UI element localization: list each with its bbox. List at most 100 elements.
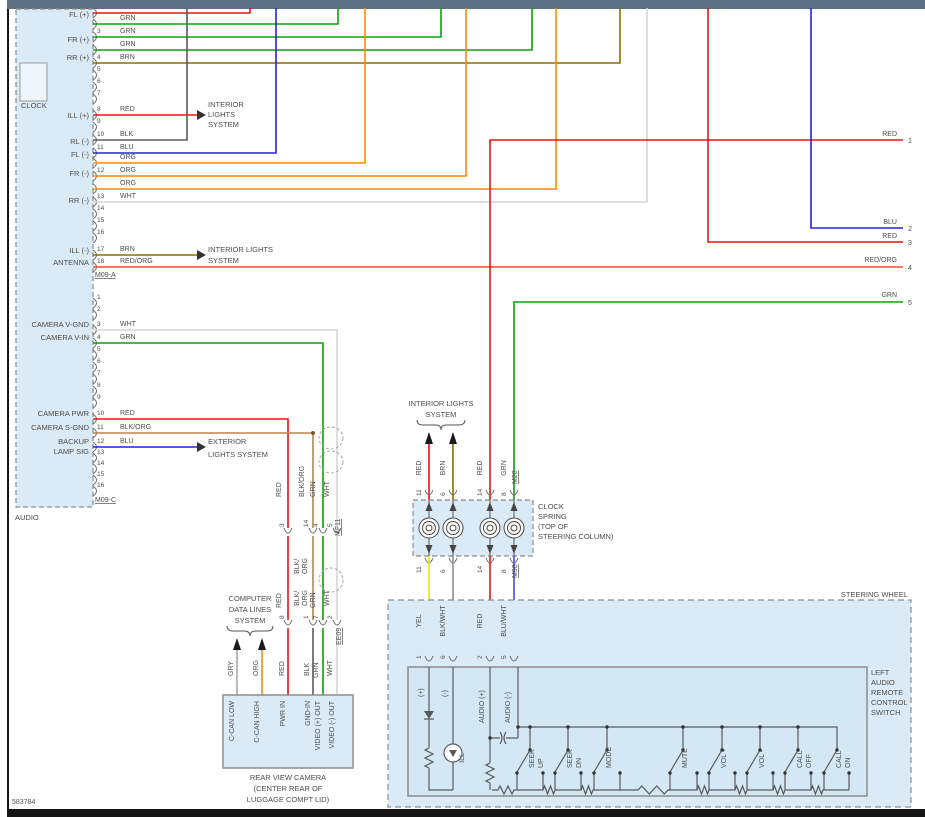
pin-num: 7 xyxy=(97,370,101,377)
interior-lights-system-1: INTERIOR xyxy=(208,100,244,109)
terminal-2-color: BLU xyxy=(883,219,897,226)
camera-pin-gnd-in: GND-IN xyxy=(305,701,312,726)
pin-num: 10 xyxy=(97,131,105,138)
switch-pin-plus: (+) xyxy=(418,688,425,697)
pin-label-camera-pwr: CAMERA PWR xyxy=(38,409,90,418)
wire-color: WHT xyxy=(120,321,137,328)
terminal-1-color: RED xyxy=(882,131,897,138)
terminal-5-num: 5 xyxy=(908,300,912,307)
pin-num: 15 xyxy=(97,471,105,478)
wire-color: GRN xyxy=(120,334,136,341)
pin-num: 1 xyxy=(416,655,423,659)
pin-num: 14 xyxy=(97,460,105,467)
interior-lights-system-1: LIGHTS xyxy=(208,110,235,119)
switch-pin-audio-minus: AUDIO (-) xyxy=(505,692,512,723)
pin-label-fr-minus: FR (-) xyxy=(69,169,89,178)
switch-call-on: ON xyxy=(845,758,852,769)
interior-lights-system-3: INTERIOR LIGHTS xyxy=(408,399,473,408)
switch-box-label: CONTROL xyxy=(871,698,908,707)
pin-num: 8 xyxy=(97,106,101,113)
switch-call-off: CALL xyxy=(797,750,804,768)
pin-num: 5 xyxy=(501,655,508,659)
wire-color: GRN xyxy=(120,28,136,35)
pin-num: 12 xyxy=(97,167,105,174)
interior-lights-system-3: SYSTEM xyxy=(426,410,457,419)
pin-num: 2 xyxy=(477,655,484,659)
pin-num: 3 xyxy=(97,28,101,35)
camera-pin-video-plus-out: VIDEO (+) OUT xyxy=(315,700,322,750)
camera-pin-ccan-low: C-CAN LOW xyxy=(229,701,236,741)
wire-color: WHT xyxy=(324,480,331,497)
switch-call-off: OFF xyxy=(806,754,813,768)
wire-color: GRN xyxy=(120,41,136,48)
clock-spring-label: SPRING xyxy=(538,512,567,521)
pin-label-rr-minus: RR (-) xyxy=(69,196,90,205)
clock-spring-label: CLOCK xyxy=(538,502,564,511)
pin-num: 14 xyxy=(477,565,484,573)
wire-color: BLU/WHT xyxy=(501,605,508,637)
connector-id-m90: M90 xyxy=(512,564,519,578)
pin-num: 6 xyxy=(440,569,447,573)
pin-num: 14 xyxy=(97,205,105,212)
wire-color: GRN xyxy=(310,592,317,608)
wire-color: GRN xyxy=(313,662,320,678)
steering-wheel-label: STEERING WHEEL xyxy=(841,590,908,599)
wire-color: ORG xyxy=(120,180,136,187)
pin-num: 17 xyxy=(97,246,105,253)
pin-label-fl-plus: FL (+) xyxy=(69,10,89,19)
pin-num: 15 xyxy=(97,217,105,224)
wire-color: ORG xyxy=(120,167,136,174)
pin-num: 4 xyxy=(97,54,101,61)
camera-pin-video-minus-out: VIDEO (-) OUT xyxy=(329,700,336,748)
wire-color: BRN xyxy=(120,54,135,61)
wire-color: RED xyxy=(120,410,135,417)
pin-num: 12 xyxy=(97,438,105,445)
wire-color: BRN xyxy=(120,246,135,253)
pin-label-rr-plus: RR (+) xyxy=(67,53,90,62)
wire-color: RED xyxy=(279,661,286,676)
ill-lamp-label: ILL xyxy=(459,753,466,763)
switch-box-label: AUDIO xyxy=(871,678,895,687)
pin-num: 5 xyxy=(97,346,101,353)
wire-color: BRN xyxy=(440,461,447,476)
camera-caption: REAR VIEW CAMERA xyxy=(250,773,326,782)
pin-num: 8 xyxy=(501,569,508,573)
switch-vol-up: VOL + xyxy=(721,748,728,768)
pin-num: 11 xyxy=(97,144,104,151)
pin-label-camera-vgnd: CAMERA V-GND xyxy=(31,320,89,329)
pin-num: 1 xyxy=(303,615,310,619)
camera-caption: LUGGAGE COMPT LID) xyxy=(247,795,330,804)
pin-num: 6 xyxy=(97,358,101,365)
pin-num: 11 xyxy=(97,424,104,431)
interior-lights-system-2: INTERIOR LIGHTS xyxy=(208,245,273,254)
pin-label-rl-minus: RL (-) xyxy=(70,137,89,146)
pin-num: 2 xyxy=(97,306,101,313)
pin-num: 6 xyxy=(97,78,101,85)
pin-num: 13 xyxy=(97,193,105,200)
terminal-3-num: 3 xyxy=(908,240,912,247)
pin-num: 14 xyxy=(303,519,310,527)
pin-label-lamp-sig: LAMP SIG xyxy=(54,447,89,456)
pin-num: 9 xyxy=(97,394,101,401)
pin-num: 6 xyxy=(440,655,447,659)
pin-num: 9 xyxy=(97,118,101,125)
pin-num: 8 xyxy=(501,492,508,496)
wire-color: ORG xyxy=(302,558,309,574)
terminal-4-num: 4 xyxy=(908,265,912,272)
switch-box-label: LEFT xyxy=(871,668,890,677)
wire-color: ORG xyxy=(253,660,260,676)
pin-num: 8 xyxy=(97,382,101,389)
pin-label-camera-sgnd: CAMERA S-GND xyxy=(31,423,90,432)
wire-color: ORG xyxy=(120,154,136,161)
computer-data-lines-system: COMPUTER xyxy=(229,594,273,603)
wire-color: WHT xyxy=(120,193,137,200)
exterior-lights-system: EXTERIOR xyxy=(208,437,247,446)
pin-label-antenna: ANTENNA xyxy=(53,258,89,267)
clock-spring-label: STEERING COLUMN) xyxy=(538,532,614,541)
camera-pin-ccan-high: C-CAN HIGH xyxy=(254,701,261,743)
pin-label-fr-plus: FR (+) xyxy=(68,35,90,44)
clock-spring-label: (TOP OF xyxy=(538,522,569,531)
wire-color: BLK/ xyxy=(294,559,301,574)
pin-num: 7 xyxy=(313,615,320,619)
pin-num: 4 xyxy=(97,334,101,341)
